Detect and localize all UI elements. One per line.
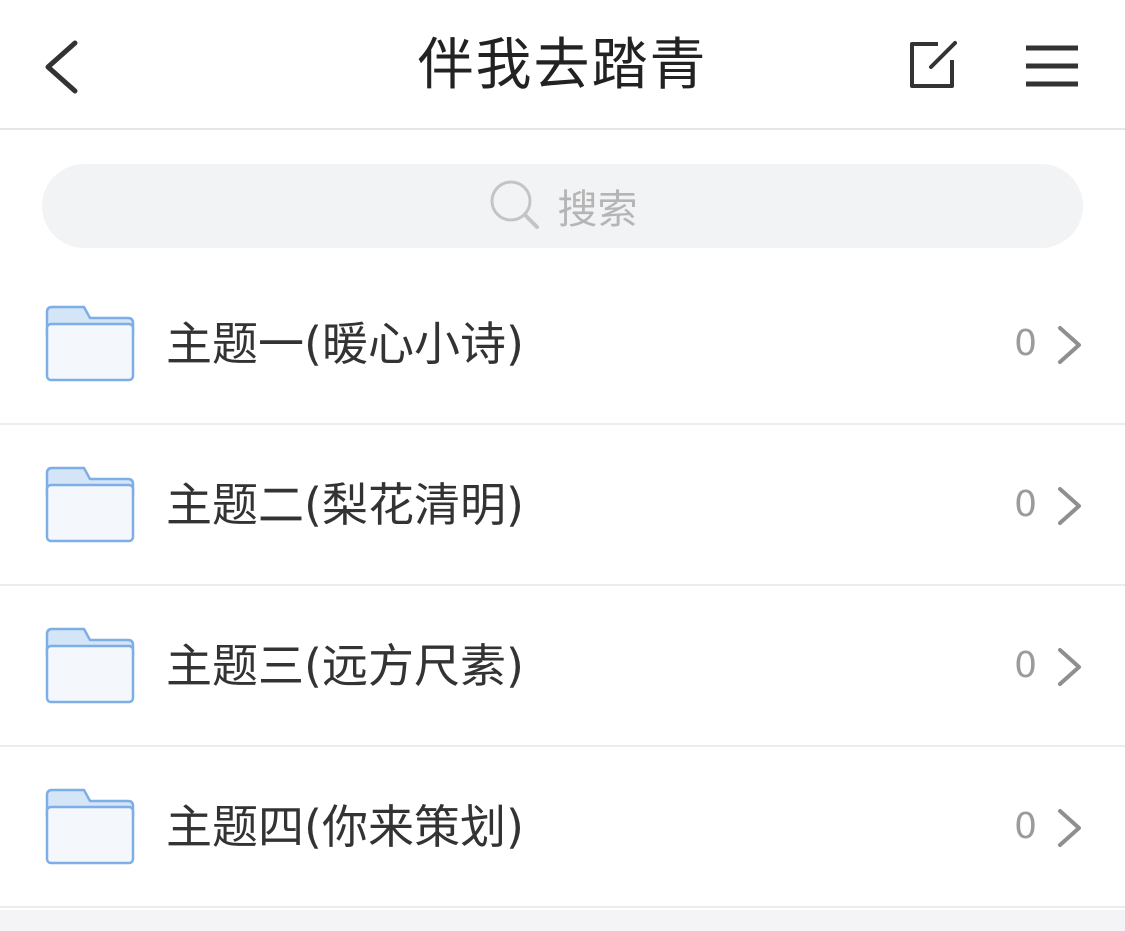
folder-item-label: 主题一(暖心小诗)	[166, 317, 524, 371]
bottom-divider-band	[0, 910, 1125, 931]
folder-icon	[45, 466, 135, 543]
menu-button[interactable]	[1018, 36, 1086, 96]
folder-item-label: 主题二(梨花清明)	[166, 478, 524, 532]
folder-icon	[45, 788, 135, 865]
search-placeholder: 搜索	[557, 187, 638, 233]
chevron-right-icon	[1058, 487, 1081, 525]
folder-item-label: 主题三(远方尺素)	[166, 639, 524, 693]
folder-item-1[interactable]: 主题一(暖心小诗) 0	[0, 264, 1125, 425]
chevron-right-icon	[1058, 326, 1081, 364]
folder-item-label: 主题四(你来策划)	[166, 800, 524, 854]
header-bar: 伴我去踏青	[0, 0, 1125, 130]
folder-list: 主题一(暖心小诗) 0 主题二(梨花清明) 0 主题三(远方尺素) 0 主题四(…	[0, 264, 1125, 908]
folder-item-2[interactable]: 主题二(梨花清明) 0	[0, 425, 1125, 586]
search-icon	[490, 180, 539, 229]
folder-item-count: 0	[1014, 806, 1037, 847]
folder-icon	[45, 627, 135, 704]
chevron-right-icon	[1058, 809, 1081, 847]
chevron-right-icon	[1058, 648, 1081, 686]
folder-item-count: 0	[1014, 645, 1037, 686]
folder-icon	[45, 305, 135, 382]
folder-item-4[interactable]: 主题四(你来策划) 0	[0, 747, 1125, 908]
folder-item-count: 0	[1014, 323, 1037, 364]
search-content: 搜索	[42, 164, 1083, 248]
edit-icon	[910, 41, 957, 88]
folder-item-3[interactable]: 主题三(远方尺素) 0	[0, 586, 1125, 747]
folder-item-count: 0	[1014, 484, 1037, 525]
page: 伴我去踏青 搜索 主题一(暖心小诗) 0 主题二(梨花清明) 0 主题三(远方尺…	[0, 0, 1125, 931]
edit-button[interactable]	[898, 32, 966, 100]
hamburger-menu-icon	[1026, 45, 1078, 87]
search-bar[interactable]: 搜索	[42, 164, 1083, 248]
